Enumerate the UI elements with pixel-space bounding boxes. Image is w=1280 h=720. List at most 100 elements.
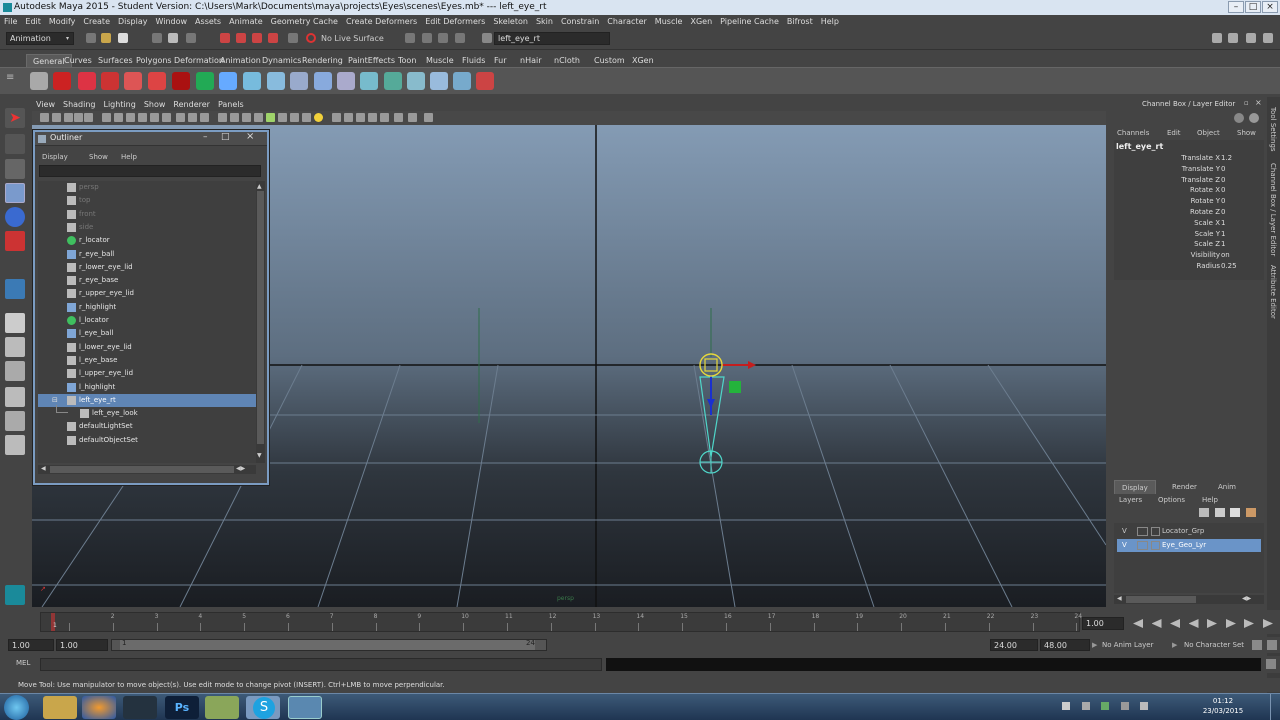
viewport-tool-icon[interactable] — [344, 113, 353, 122]
channel-value[interactable]: 1 — [1221, 218, 1225, 229]
scale-tool-icon[interactable] — [5, 231, 25, 251]
volume-tray-icon[interactable] — [1140, 702, 1149, 710]
outliner-minimize-button[interactable]: – — [203, 132, 208, 142]
select-tool-shelf-icon[interactable] — [30, 72, 48, 90]
hscroll-thumb[interactable] — [50, 466, 234, 473]
anim-layer-selector[interactable]: No Anim Layer — [1102, 639, 1153, 651]
channel-row[interactable]: Rotate X0 — [1114, 185, 1264, 196]
photoshop-taskbar-icon[interactable]: Ps — [165, 696, 199, 719]
poly-sphere-shelf-icon[interactable] — [219, 72, 237, 90]
mel-label[interactable]: MEL — [16, 659, 30, 667]
play-back-icon[interactable] — [1188, 619, 1199, 628]
end-time-field[interactable]: 48.00 — [1040, 639, 1090, 651]
viewport-tool-icon[interactable] — [200, 113, 209, 122]
scroll-right-icon[interactable]: ◀▶ — [1242, 595, 1251, 602]
viewport-tool-icon[interactable] — [266, 113, 275, 122]
channel-row[interactable]: Rotate Y0 — [1114, 196, 1264, 207]
viewport-tool-icon[interactable] — [40, 113, 49, 122]
viewport-tool-icon[interactable] — [302, 113, 311, 122]
outliner-item[interactable]: r_eye_ball — [38, 248, 256, 261]
steam-taskbar-icon[interactable] — [123, 696, 157, 719]
menu-edit[interactable]: Edit — [21, 15, 45, 28]
outliner-menu-display[interactable]: Display — [42, 151, 68, 163]
go-end-icon[interactable] — [1263, 619, 1273, 628]
viewport-tool-icon[interactable] — [230, 113, 239, 122]
viewport-tool-icon[interactable] — [74, 113, 83, 122]
snap-view-icon[interactable] — [268, 33, 278, 43]
paint-select-tool-icon[interactable] — [5, 159, 25, 179]
move-layer-up-icon[interactable] — [1199, 508, 1209, 517]
outliner-item[interactable]: r_eye_base — [38, 274, 256, 287]
scroll-up-icon[interactable]: ▲ — [257, 183, 262, 190]
lasso-tool-icon[interactable] — [5, 134, 25, 154]
custom-layout-icon[interactable] — [5, 435, 25, 455]
close-button[interactable]: × — [1262, 1, 1278, 13]
outliner-item[interactable]: side — [38, 221, 256, 234]
scroll-down-icon[interactable]: ▼ — [257, 452, 262, 459]
snap-surface-icon[interactable] — [288, 33, 298, 43]
menu-muscle[interactable]: Muscle — [651, 15, 687, 28]
outliner-maximize-button[interactable]: □ — [221, 132, 230, 142]
viewport-tool-icon[interactable] — [356, 113, 365, 122]
layer-hscroll-thumb[interactable] — [1126, 596, 1196, 603]
scroll-right-icon[interactable]: ◀▶ — [236, 465, 245, 472]
layer-visibility-toggle[interactable]: V — [1122, 539, 1127, 552]
poly-torus-shelf-icon[interactable] — [314, 72, 332, 90]
outliner-item[interactable]: l_upper_eye_lid — [38, 367, 256, 380]
shelf-menu-icon[interactable]: ≡ — [6, 72, 20, 90]
outliner-item[interactable]: l_eye_base — [38, 354, 256, 367]
menu-bifrost[interactable]: Bifrost — [783, 15, 817, 28]
script-editor-icon[interactable] — [1266, 659, 1276, 669]
outliner-item[interactable]: defaultLightSet — [38, 420, 256, 433]
shelf-tab-rendering[interactable]: Rendering — [296, 54, 349, 67]
layer-row[interactable]: V Eye_Geo_Lyr — [1117, 539, 1261, 552]
viewport-tool-icon[interactable] — [332, 113, 341, 122]
layer-visibility-toggle[interactable]: V — [1122, 525, 1127, 538]
outliner-item[interactable]: left_eye_look — [38, 405, 256, 420]
menu-geometry-cache[interactable]: Geometry Cache — [267, 15, 342, 28]
network-tray-icon[interactable] — [1120, 702, 1129, 710]
current-time-field[interactable]: 1.00 — [1082, 617, 1124, 630]
tray-icon[interactable] — [1081, 702, 1090, 710]
outliner-horizontal-scrollbar[interactable]: ◀ ◀▶ — [38, 465, 256, 474]
layer-hscrollbar[interactable]: ◀ ◀▶ — [1114, 595, 1264, 604]
channel-value[interactable]: 0 — [1221, 207, 1225, 218]
step-forward-frame-icon[interactable] — [1226, 619, 1236, 628]
viewport-tool-icon[interactable] — [278, 113, 287, 122]
poly-cylinder-shelf-icon[interactable] — [267, 72, 285, 90]
layer-options-icon[interactable] — [1246, 508, 1256, 517]
channel-row[interactable]: Translate Z0 — [1114, 175, 1264, 186]
shelf-tab-toon[interactable]: Toon — [392, 54, 422, 67]
shelf-tab-xgen[interactable]: XGen — [626, 54, 660, 67]
live-surface-icon[interactable] — [306, 33, 316, 43]
step-forward-key-icon[interactable] — [1244, 619, 1254, 628]
viewport-tool-icon[interactable] — [138, 113, 147, 122]
menu-constrain[interactable]: Constrain — [557, 15, 603, 28]
viewport-tool-icon[interactable] — [114, 113, 123, 122]
range-slider-handle[interactable] — [120, 640, 535, 650]
attribute-editor-tab[interactable]: Attribute Editor — [1269, 265, 1277, 319]
channel-value[interactable]: 0 — [1221, 196, 1225, 207]
channel-row[interactable]: Visibility on — [1114, 250, 1264, 261]
maximize-button[interactable]: □ — [1245, 1, 1261, 13]
bridge-shelf-icon[interactable] — [407, 72, 425, 90]
playback-end-field[interactable]: 24.00 — [990, 639, 1038, 651]
menu-xgen[interactable]: XGen — [686, 15, 716, 28]
folder-taskbar-icon[interactable] — [205, 696, 239, 719]
firefox-taskbar-icon[interactable] — [82, 696, 116, 719]
viewport-menu-view[interactable]: View — [32, 99, 59, 111]
layer-tab-render[interactable]: Render — [1165, 480, 1204, 494]
channel-value[interactable]: 0 — [1221, 185, 1225, 196]
skype-taskbar-icon[interactable]: S — [253, 697, 275, 719]
nurbs-sphere-shelf-icon[interactable] — [196, 72, 214, 90]
menu-window[interactable]: Window — [152, 15, 192, 28]
viewport-tool-icon[interactable] — [218, 113, 227, 122]
viewport-tool-icon[interactable] — [84, 113, 93, 122]
viewport-tool-icon[interactable] — [162, 113, 171, 122]
panel-close-icon[interactable]: × — [1255, 98, 1262, 107]
soft-mod-tool-icon[interactable] — [5, 279, 25, 299]
channel-row[interactable]: Rotate Z0 — [1114, 207, 1264, 218]
outliner-filter-field[interactable] — [39, 165, 261, 177]
shelf-tab-ncloth[interactable]: nCloth — [548, 54, 586, 67]
layer-tab-display[interactable]: Display — [1114, 480, 1156, 494]
